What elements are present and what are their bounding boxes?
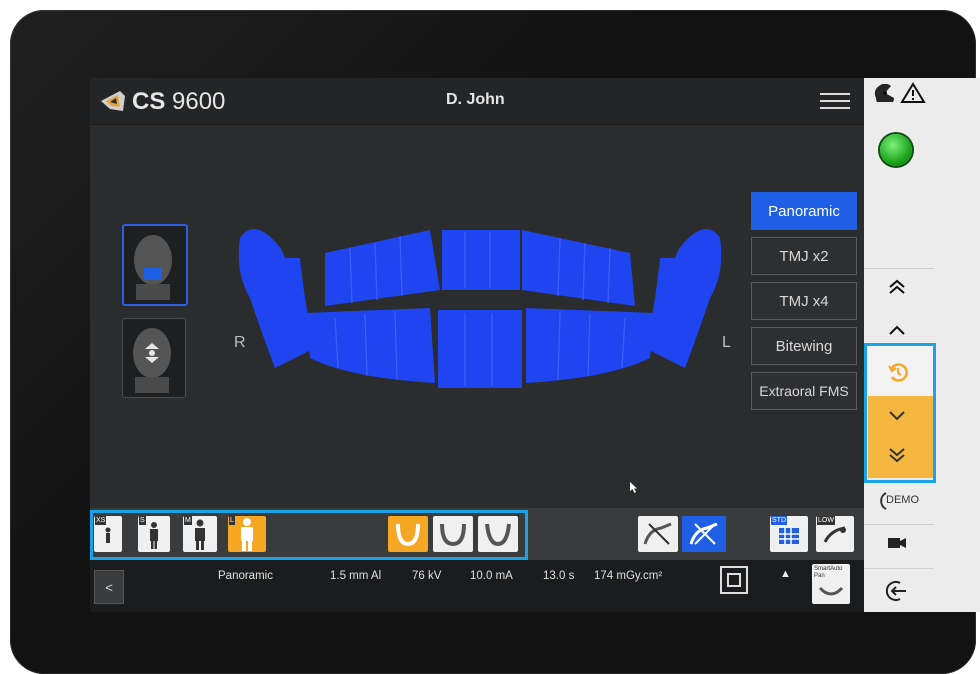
arch-shape-normal-button[interactable] [433, 516, 473, 552]
person-icon [150, 522, 158, 549]
upper-teeth-left[interactable] [522, 230, 635, 306]
carestream-logo-icon [101, 91, 125, 111]
bite-block-icon [643, 522, 672, 545]
lower-teeth-right[interactable] [305, 308, 435, 383]
patient-size-l-button[interactable]: L [228, 516, 266, 552]
grid-resolution-icon [779, 528, 799, 544]
acquisition-status-bar: < Panoramic 1.5 mm Al 76 kV 10.0 mA 13.0… [90, 560, 864, 612]
arch-wide-icon [485, 523, 511, 547]
mouse-cursor-icon [630, 482, 637, 493]
low-label: LOW [817, 516, 835, 525]
status-dose: 174 mGy.cm² [594, 570, 663, 582]
dental-arch-diagram[interactable] [230, 218, 730, 418]
mode-tmj-x2-button[interactable]: TMJ x2 [751, 237, 857, 275]
std-label: STD [771, 516, 787, 525]
panel-divider [864, 568, 934, 569]
ready-status-button[interactable] [880, 134, 912, 166]
panel-divider [864, 524, 934, 525]
lower-teeth-left[interactable] [526, 308, 655, 383]
status-ma: 10.0 mA [470, 570, 513, 582]
arch-shape-narrow-button[interactable] [388, 516, 428, 552]
smart-auto-pan-button[interactable]: SmartAuto Pan [812, 564, 850, 604]
chevron-up-icon[interactable] [887, 324, 907, 336]
status-filter: 1.5 mm Al [330, 570, 382, 582]
size-l-label: L [229, 516, 235, 525]
dose-low-button[interactable]: LOW [816, 516, 854, 552]
hamburger-menu-icon[interactable] [820, 93, 850, 113]
low-dose-icon [823, 526, 846, 543]
upper-teeth-right[interactable] [325, 230, 440, 306]
head-rotate-icon [133, 328, 171, 393]
top-bar: CS 9600 D. John [90, 78, 864, 125]
status-program: Panoramic [218, 570, 273, 582]
lower-teeth-front[interactable] [438, 310, 522, 388]
no-bite-block-button[interactable] [682, 516, 726, 552]
patient-name: D. John [446, 91, 505, 108]
person-icon [195, 519, 205, 550]
demo-label: DEMO [886, 494, 919, 506]
size-xs-label: XS [95, 516, 107, 525]
view-face-front-button[interactable] [122, 224, 188, 306]
upper-teeth-front[interactable] [442, 230, 520, 290]
chevron-double-up-icon[interactable] [887, 278, 907, 296]
person-icon [105, 527, 111, 543]
mode-extraoral-fms-button[interactable]: Extraoral FMS [751, 372, 857, 410]
arch-shape-wide-button[interactable] [478, 516, 518, 552]
bite-block-button[interactable] [638, 516, 678, 552]
arch-narrow-icon [396, 523, 420, 547]
mode-bitewing-button[interactable]: Bitewing [751, 327, 857, 365]
camera-icon[interactable] [887, 536, 907, 550]
jaw-pan-icon [818, 586, 844, 596]
mode-tmj-x4-button[interactable]: TMJ x4 [751, 282, 857, 320]
patient-size-m-button[interactable]: M [183, 516, 217, 552]
view-face-rotate-button[interactable] [122, 318, 186, 398]
expand-arrow-icon[interactable]: ▲ [780, 568, 791, 580]
collapse-back-button[interactable]: < [94, 570, 124, 604]
patient-size-xs-button[interactable]: XS [94, 516, 122, 552]
exit-icon[interactable] [884, 580, 908, 602]
arch-normal-icon [440, 523, 466, 547]
height-adjust-highlight [864, 343, 936, 483]
warning-icon[interactable] [900, 82, 926, 104]
mode-panoramic-button[interactable]: Panoramic [751, 192, 857, 230]
mandible-left-ramus [238, 229, 315, 368]
size-m-label: M [184, 516, 192, 525]
app-screen: CS 9600 D. John R L Panoramic TMJ x2 TMJ… [90, 78, 980, 612]
panel-divider [864, 268, 934, 269]
person-icon [241, 518, 253, 551]
product-name: CS 9600 [132, 88, 226, 115]
patient-size-s-button[interactable]: S [138, 516, 170, 552]
resolution-std-button[interactable]: STD [770, 516, 808, 552]
head-front-icon [134, 235, 172, 300]
collimation-icon[interactable] [720, 566, 748, 594]
size-s-label: S [139, 516, 146, 525]
status-time: 13.0 s [543, 570, 575, 582]
no-bite-block-icon [689, 522, 718, 545]
demo-mode-button[interactable]: DEMO [874, 490, 930, 512]
radiation-icon [874, 84, 894, 102]
status-kv: 76 kV [412, 570, 442, 582]
smart-auto-pan-label: SmartAuto Pan [814, 566, 843, 579]
exam-mode-list: Panoramic TMJ x2 TMJ x4 Bitewing Extraor… [751, 192, 859, 417]
mandible-right-ramus [645, 229, 722, 368]
